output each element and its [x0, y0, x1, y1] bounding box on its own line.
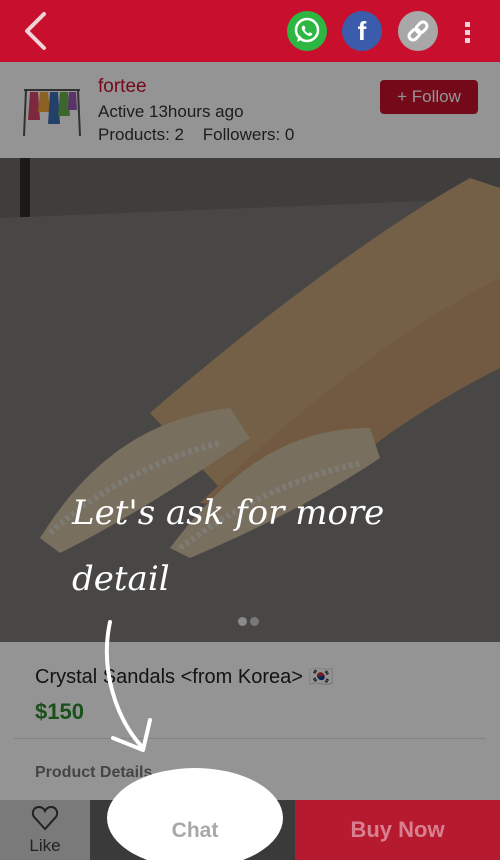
- more-options-button[interactable]: [458, 16, 478, 48]
- bottom-action-bar: Like Chat Buy Now: [0, 768, 500, 860]
- heart-icon: [31, 805, 59, 831]
- tutorial-hint-line1: Let's ask for more: [72, 493, 385, 533]
- divider: [14, 738, 486, 739]
- seller-header: fortee Active 13hours ago Products: 2 Fo…: [0, 62, 500, 158]
- tutorial-hint-line2: detail: [72, 559, 170, 599]
- product-title: Crystal Sandals <from Korea> 🇰🇷: [35, 666, 334, 688]
- seller-stats: Products: 2 Followers: 0: [98, 125, 294, 145]
- buy-now-button[interactable]: Buy Now: [295, 800, 500, 860]
- tutorial-hint: Let's ask for more detail: [72, 480, 432, 612]
- top-bar: f: [0, 0, 500, 62]
- facebook-icon: f: [358, 16, 367, 46]
- follow-button[interactable]: + Follow: [380, 80, 478, 114]
- chat-button[interactable]: Chat: [107, 819, 283, 843]
- like-button[interactable]: Like: [0, 800, 90, 860]
- like-label: Like: [29, 836, 61, 855]
- image-page-indicator: [238, 613, 262, 631]
- product-price: $150: [35, 699, 84, 724]
- seller-avatar[interactable]: [20, 82, 84, 142]
- tutorial-arrow-icon: [105, 620, 152, 752]
- product-details-tab[interactable]: Product Details: [35, 764, 152, 782]
- chat-spotlight[interactable]: [107, 768, 283, 860]
- back-button[interactable]: [18, 10, 52, 52]
- more-vertical-icon: [465, 22, 470, 43]
- followers-count: Followers: 0: [202, 125, 295, 144]
- page-dot[interactable]: [250, 617, 259, 626]
- products-count: Products: 2: [98, 125, 184, 144]
- clothing-rack-icon: [23, 89, 81, 137]
- share-whatsapp-button[interactable]: [287, 11, 327, 51]
- copy-link-button[interactable]: [398, 11, 438, 51]
- whatsapp-icon: [294, 17, 320, 43]
- svg-text:f: f: [358, 16, 367, 46]
- share-facebook-button[interactable]: f: [342, 11, 382, 51]
- seller-name[interactable]: fortee: [98, 76, 147, 98]
- back-icon: [25, 12, 46, 50]
- page-dot[interactable]: [238, 617, 247, 626]
- seller-active-status: Active 13hours ago: [98, 102, 244, 121]
- link-icon: [407, 20, 429, 42]
